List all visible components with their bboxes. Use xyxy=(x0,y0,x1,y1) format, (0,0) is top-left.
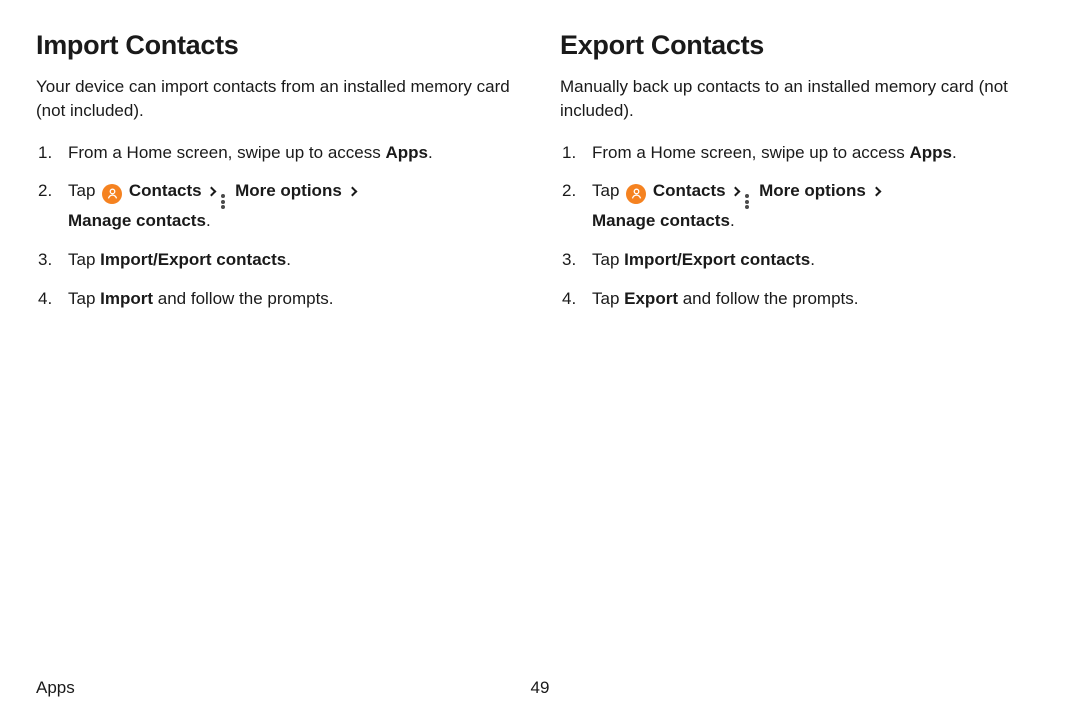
chevron-right-icon xyxy=(871,187,881,197)
export-step-1: From a Home screen, swipe up to access A… xyxy=(560,141,1044,166)
chevron-right-icon xyxy=(731,187,741,197)
more-options-icon xyxy=(745,194,751,209)
import-intro: Your device can import contacts from an … xyxy=(36,75,520,123)
import-step-3: Tap Import/Export contacts. xyxy=(36,248,520,273)
apps-label: Apps xyxy=(909,143,952,162)
export-column: Export Contacts Manually back up contact… xyxy=(560,30,1044,325)
contacts-label: Contacts xyxy=(124,181,201,200)
import-label: Import xyxy=(100,289,153,308)
page-footer: Apps 49 xyxy=(36,678,1044,698)
export-step-4: Tap Export and follow the prompts. xyxy=(560,287,1044,312)
apps-label: Apps xyxy=(385,143,428,162)
step-text: and follow the prompts. xyxy=(678,289,858,308)
step-text: Tap xyxy=(68,181,100,200)
step-text: . xyxy=(286,250,291,269)
chevron-right-icon xyxy=(207,187,217,197)
export-intro: Manually back up contacts to an installe… xyxy=(560,75,1044,123)
step-text: From a Home screen, swipe up to access xyxy=(68,143,385,162)
import-export-label: Import/Export contacts xyxy=(100,250,286,269)
export-label: Export xyxy=(624,289,678,308)
export-step-3: Tap Import/Export contacts. xyxy=(560,248,1044,273)
contacts-icon xyxy=(102,184,122,204)
step-text: . xyxy=(810,250,815,269)
step-text: Tap xyxy=(592,181,624,200)
step-text: . xyxy=(730,211,735,230)
manage-contacts-label: Manage contacts xyxy=(592,211,730,230)
import-steps: From a Home screen, swipe up to access A… xyxy=(36,141,520,312)
step-text: From a Home screen, swipe up to access xyxy=(592,143,909,162)
step-text: . xyxy=(952,143,957,162)
export-steps: From a Home screen, swipe up to access A… xyxy=(560,141,1044,312)
page-number: 49 xyxy=(531,678,550,698)
chevron-right-icon xyxy=(347,187,357,197)
footer-section: Apps xyxy=(36,678,75,697)
import-step-4: Tap Import and follow the prompts. xyxy=(36,287,520,312)
export-heading: Export Contacts xyxy=(560,30,1044,61)
export-step-2: Tap Contacts More options Manage contact… xyxy=(560,179,1044,234)
content-columns: Import Contacts Your device can import c… xyxy=(36,30,1044,325)
step-text: Tap xyxy=(68,289,100,308)
import-export-label: Import/Export contacts xyxy=(624,250,810,269)
step-text: . xyxy=(206,211,211,230)
import-step-1: From a Home screen, swipe up to access A… xyxy=(36,141,520,166)
step-text: Tap xyxy=(68,250,100,269)
more-options-icon xyxy=(221,194,227,209)
contacts-label: Contacts xyxy=(648,181,725,200)
manage-contacts-label: Manage contacts xyxy=(68,211,206,230)
step-text: Tap xyxy=(592,250,624,269)
import-step-2: Tap Contacts More options Manage contact… xyxy=(36,179,520,234)
import-heading: Import Contacts xyxy=(36,30,520,61)
contacts-icon xyxy=(626,184,646,204)
more-options-label: More options xyxy=(230,181,341,200)
step-text: and follow the prompts. xyxy=(153,289,333,308)
step-text: . xyxy=(428,143,433,162)
more-options-label: More options xyxy=(754,181,865,200)
step-text: Tap xyxy=(592,289,624,308)
import-column: Import Contacts Your device can import c… xyxy=(36,30,520,325)
